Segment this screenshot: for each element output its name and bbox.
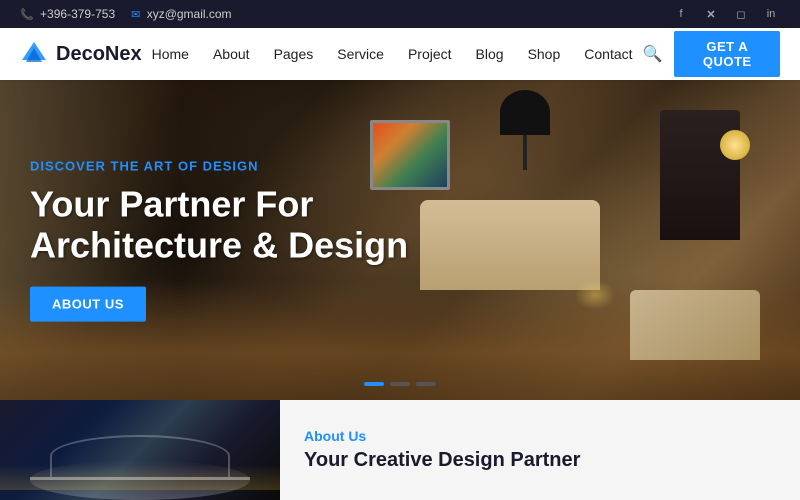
logo-text: DecoNex xyxy=(56,43,142,66)
dot-3[interactable] xyxy=(416,382,436,386)
top-bar-left: 📞 +396-379-753 ✉ xyz@gmail.com xyxy=(20,7,232,21)
facebook-icon[interactable]: f xyxy=(672,5,690,23)
logo[interactable]: DecoNex xyxy=(20,40,142,68)
hero-armchair xyxy=(630,290,760,360)
about-label: About Us xyxy=(304,428,580,444)
logo-icon xyxy=(20,40,48,68)
phone-info: 📞 +396-379-753 xyxy=(20,7,115,21)
email-info: ✉ xyz@gmail.com xyxy=(131,7,231,21)
social-icons: f ✕ ◻ in xyxy=(672,5,780,23)
about-title: Your Creative Design Partner xyxy=(304,448,580,472)
search-button[interactable]: 🔍 xyxy=(643,44,663,64)
twitter-icon[interactable]: ✕ xyxy=(702,5,720,23)
phone-icon: 📞 xyxy=(20,9,34,21)
nav-link-blog[interactable]: Blog xyxy=(466,40,514,68)
nav-item-home[interactable]: Home xyxy=(142,40,199,68)
about-section: About Us Your Creative Design Partner xyxy=(0,400,800,500)
logo-nex: Nex xyxy=(105,43,142,65)
nav-link-contact[interactable]: Contact xyxy=(574,40,642,68)
nav-link-about[interactable]: About xyxy=(203,40,260,68)
nav-link-service[interactable]: Service xyxy=(327,40,394,68)
nav-links: Home About Pages Service Project Blog Sh… xyxy=(142,40,643,68)
nav-link-home[interactable]: Home xyxy=(142,40,199,68)
email-icon: ✉ xyxy=(131,9,140,21)
get-quote-button[interactable]: GET A QUOTE xyxy=(674,31,780,77)
hero-subtitle: DISCOVER THE ART OF DESIGN xyxy=(30,159,408,174)
hero-title-line1: Your Partner For xyxy=(30,184,313,225)
hero-content: DISCOVER THE ART OF DESIGN Your Partner … xyxy=(30,159,408,322)
nav-item-service[interactable]: Service xyxy=(327,40,394,68)
nav-link-project[interactable]: Project xyxy=(398,40,462,68)
nav-item-shop[interactable]: Shop xyxy=(518,40,571,68)
hero-sofa xyxy=(420,200,600,290)
hero-clock xyxy=(720,130,750,160)
email-address: xyz@gmail.com xyxy=(147,7,232,21)
hero-cta-button[interactable]: ABOUT US xyxy=(30,286,146,321)
navbar: DecoNex Home About Pages Service Project… xyxy=(0,28,800,80)
nav-link-pages[interactable]: Pages xyxy=(264,40,324,68)
nav-link-shop[interactable]: Shop xyxy=(518,40,571,68)
dot-1[interactable] xyxy=(364,382,384,386)
hero-title-line2: Architecture & Design xyxy=(30,225,408,266)
hero-flowers xyxy=(575,280,615,310)
nav-item-blog[interactable]: Blog xyxy=(466,40,514,68)
phone-number: +396-379-753 xyxy=(40,7,115,21)
hero-dots xyxy=(364,382,436,386)
nav-item-project[interactable]: Project xyxy=(398,40,462,68)
instagram-icon[interactable]: ◻ xyxy=(732,5,750,23)
about-image xyxy=(0,400,280,500)
logo-deco: Deco xyxy=(56,43,105,65)
nav-right: 🔍 GET A QUOTE xyxy=(643,31,780,77)
dot-2[interactable] xyxy=(390,382,410,386)
linkedin-icon[interactable]: in xyxy=(762,5,780,23)
hero-title: Your Partner For Architecture & Design xyxy=(30,184,408,267)
nav-item-contact[interactable]: Contact xyxy=(574,40,642,68)
city-glow xyxy=(0,465,280,490)
about-text: About Us Your Creative Design Partner xyxy=(280,400,604,500)
hero-section: DISCOVER THE ART OF DESIGN Your Partner … xyxy=(0,80,800,400)
hero-lamp-container xyxy=(500,90,550,170)
nav-item-about[interactable]: About xyxy=(203,40,260,68)
nav-item-pages[interactable]: Pages xyxy=(264,40,324,68)
hero-shelf xyxy=(660,110,740,240)
top-bar: 📞 +396-379-753 ✉ xyz@gmail.com f ✕ ◻ in xyxy=(0,0,800,28)
